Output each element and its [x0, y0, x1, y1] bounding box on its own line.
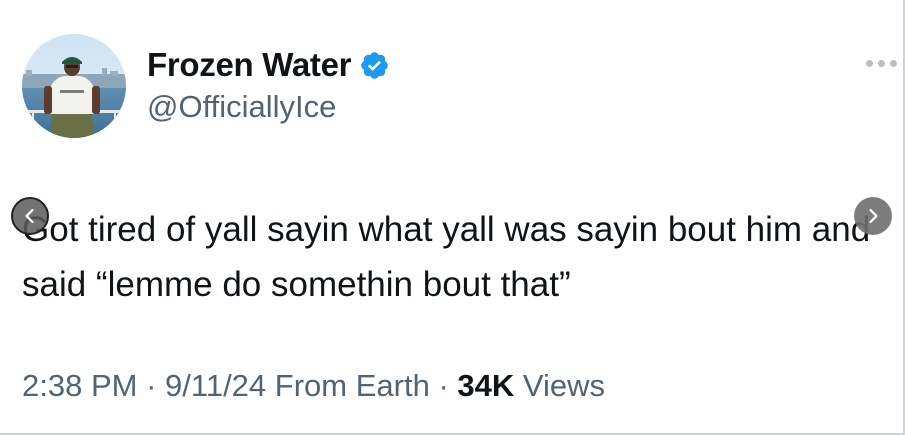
author-display-name[interactable]: Frozen Water — [147, 46, 352, 84]
tweet-meta: 2:38 PM · 9/11/24 From Earth · 34K Views — [22, 368, 605, 404]
tweet-date[interactable]: 9/11/24 — [165, 368, 266, 403]
avatar[interactable] — [22, 34, 126, 138]
author-name-row: Frozen Water — [147, 46, 390, 84]
tweet-time[interactable]: 2:38 PM — [22, 368, 137, 403]
chevron-left-icon[interactable] — [11, 197, 49, 235]
tweet-card: Frozen Water @OfficiallyIce Got tired of… — [0, 0, 905, 435]
author-handle[interactable]: @OfficiallyIce — [147, 89, 336, 125]
meta-separator: · — [438, 368, 449, 403]
tweet-text: Got tired of yall sayin what yall was sa… — [22, 210, 871, 304]
tweet-source: From Earth — [274, 368, 430, 403]
views-label: Views — [522, 368, 606, 403]
chevron-right-icon[interactable] — [854, 197, 892, 235]
views-count: 34K — [457, 368, 515, 403]
meta-separator: · — [146, 368, 157, 403]
verified-badge-icon — [359, 50, 390, 81]
more-options-icon[interactable] — [866, 56, 902, 70]
